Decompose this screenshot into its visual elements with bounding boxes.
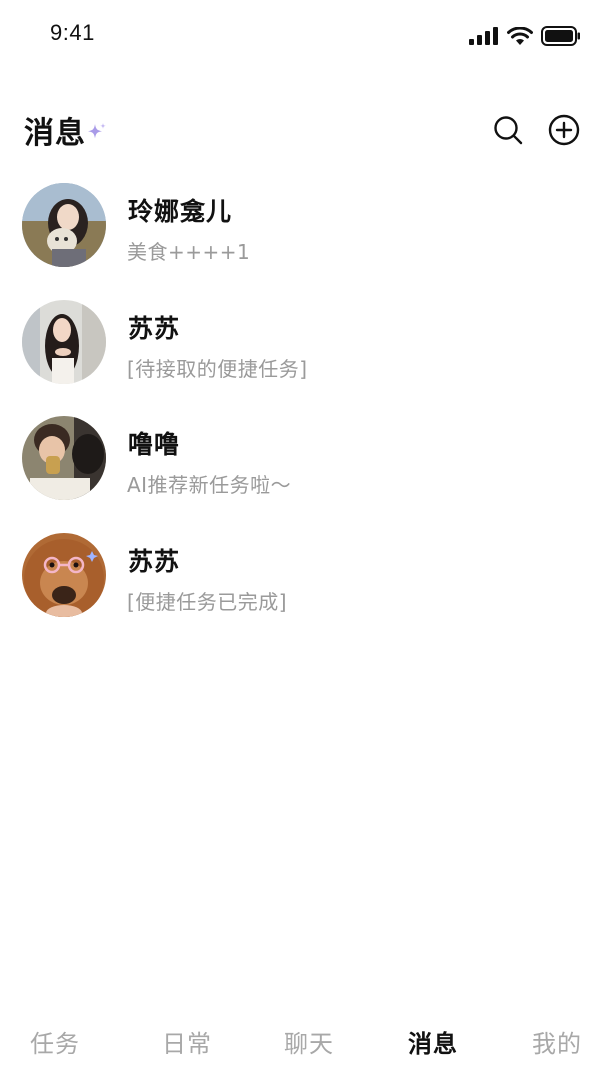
message-item[interactable]: 噜噜 AI推荐新任务啦～ bbox=[0, 413, 607, 530]
avatar bbox=[22, 183, 106, 267]
battery-icon bbox=[541, 26, 580, 46]
message-preview: [便捷任务已完成] bbox=[127, 589, 288, 614]
avatar bbox=[22, 416, 106, 500]
avatar bbox=[22, 299, 106, 384]
message-item[interactable]: 玲娜龛儿 美食++++1 bbox=[0, 180, 607, 297]
message-preview: 美食++++1 bbox=[127, 240, 251, 264]
status-icons bbox=[469, 26, 581, 46]
page-title: 消息 bbox=[24, 116, 86, 151]
message-preview: AI推荐新任务啦～ bbox=[127, 473, 292, 497]
contact-name: 噜噜 bbox=[128, 430, 181, 459]
message-list: 玲娜龛儿 美食++++1 苏苏 [待接取的便捷任务] 噜噜 AI推荐新任务啦～ … bbox=[0, 180, 607, 646]
message-item[interactable]: 苏苏 [便捷任务已完成] bbox=[0, 530, 607, 647]
sparkle-icon bbox=[88, 123, 106, 139]
tab-messages[interactable]: 消息 bbox=[408, 1024, 458, 1059]
status-bar: 9:41 bbox=[0, 0, 607, 70]
contact-name: 苏苏 bbox=[128, 313, 181, 343]
signal-icon bbox=[469, 27, 498, 45]
message-preview: [待接取的便捷任务] bbox=[127, 356, 308, 381]
contact-name: 玲娜龛儿 bbox=[128, 197, 233, 226]
search-button[interactable] bbox=[492, 114, 524, 146]
contact-name: 苏苏 bbox=[128, 546, 181, 576]
tab-chat[interactable]: 聊天 bbox=[284, 1024, 334, 1059]
wifi-icon bbox=[507, 26, 533, 45]
tab-bar: 任务 日常 聊天 消息 我的 bbox=[0, 1010, 607, 1080]
header: 消息 bbox=[0, 104, 607, 154]
tab-daily[interactable]: 日常 bbox=[162, 1024, 212, 1059]
tab-me[interactable]: 我的 bbox=[532, 1024, 582, 1059]
add-button[interactable] bbox=[548, 114, 580, 146]
add-circle-icon bbox=[548, 114, 580, 146]
message-item[interactable]: 苏苏 [待接取的便捷任务] bbox=[0, 297, 607, 414]
avatar bbox=[22, 532, 106, 617]
tab-tasks[interactable]: 任务 bbox=[30, 1024, 80, 1059]
status-time: 9:41 bbox=[50, 20, 95, 45]
search-icon bbox=[494, 116, 523, 145]
